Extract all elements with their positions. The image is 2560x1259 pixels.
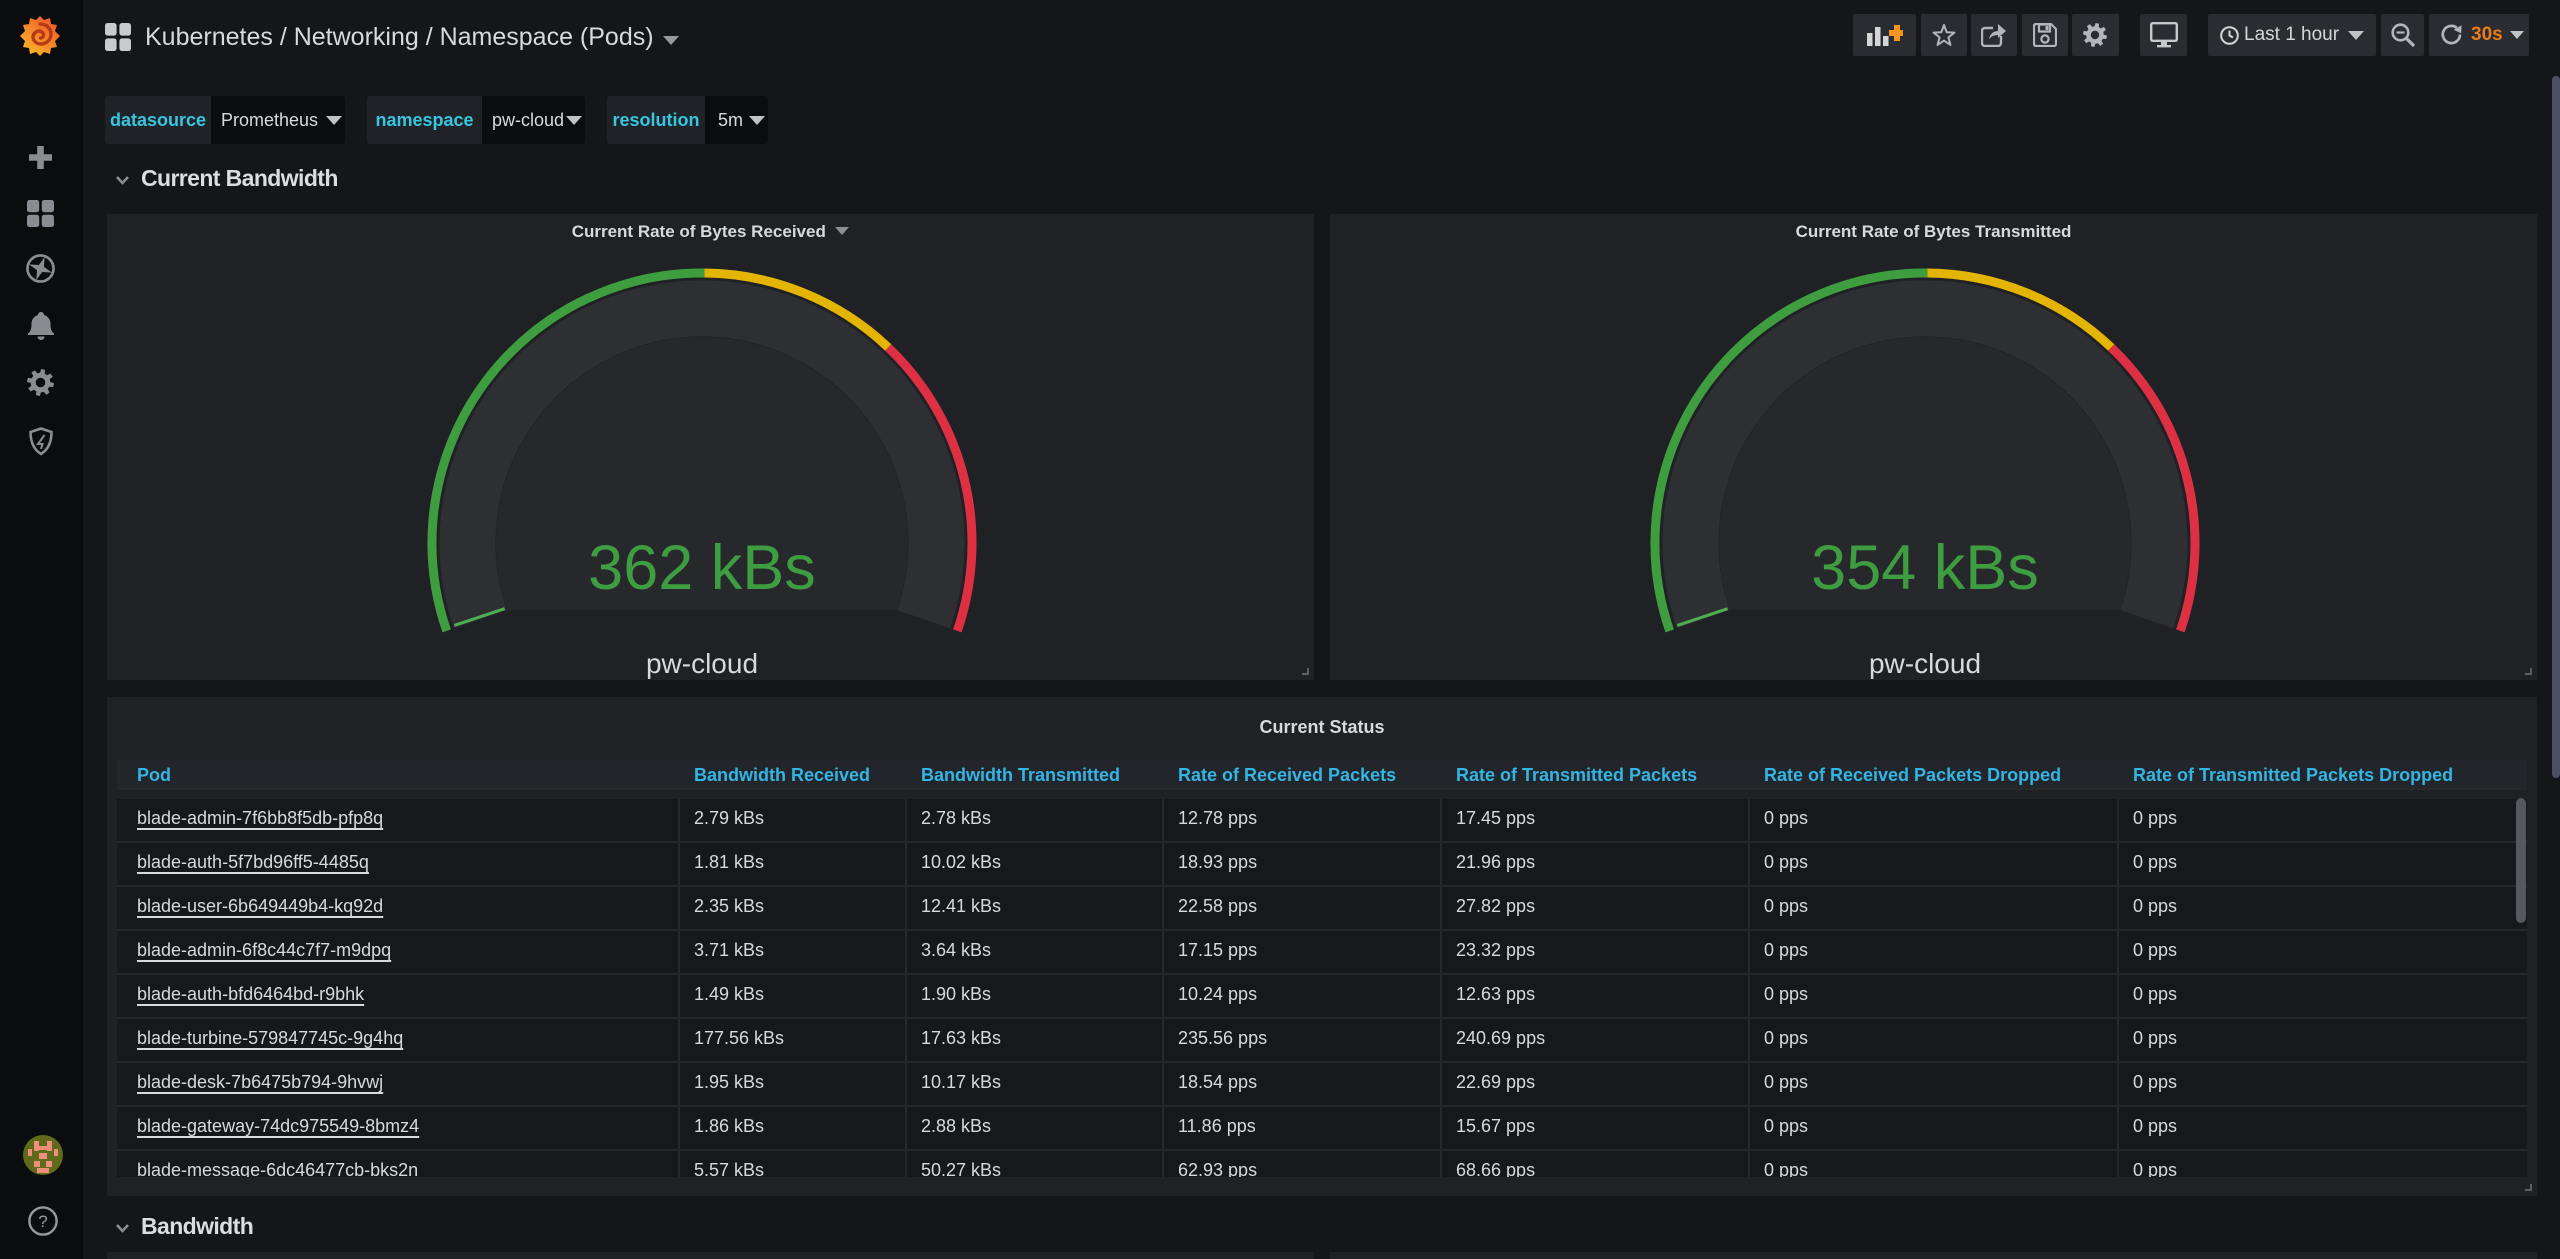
svg-text:pw-cloud: pw-cloud [646,648,758,679]
svg-text:pw-cloud: pw-cloud [1869,648,1981,679]
svg-text:?: ? [38,1212,47,1231]
svg-text:362 kBs: 362 kBs [588,533,816,603]
svg-text:354 kBs: 354 kBs [1811,533,2039,603]
